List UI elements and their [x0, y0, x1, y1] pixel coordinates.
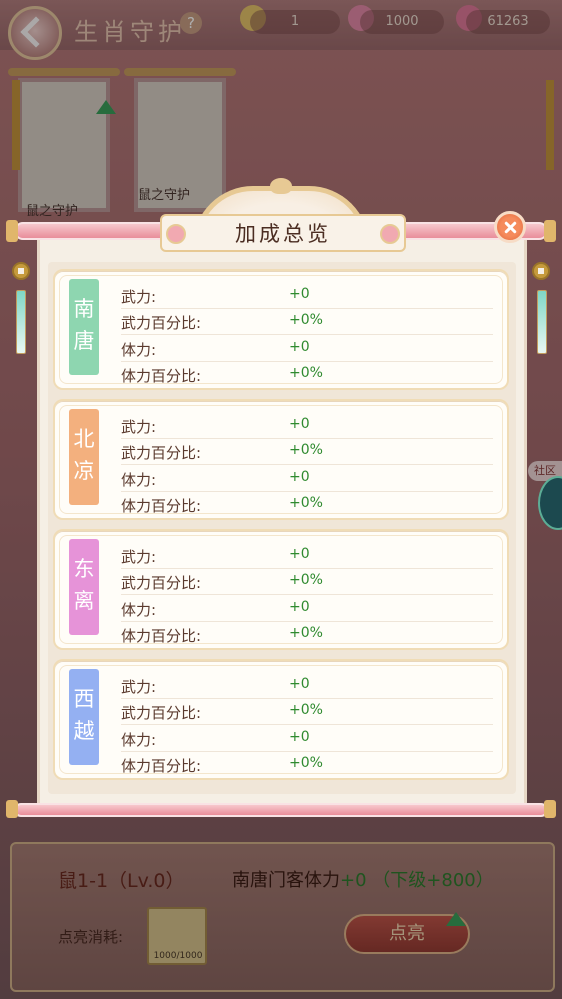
stat-row: 体力: +0: [121, 596, 493, 622]
stat-value: +0%: [289, 572, 323, 588]
stat-label: 体力百分比:: [121, 497, 202, 515]
faction-card-dongli: 东离 武力: +0 武力百分比: +0% 体力: +0 体力百分比: +0%: [53, 529, 509, 650]
stat-row: 武力百分比: +0%: [121, 699, 493, 725]
faction-card-xiyue: 西越 武力: +0 武力百分比: +0% 体力: +0 体力百分比: +0%: [53, 659, 509, 780]
rod-knob: [544, 220, 556, 242]
faction-card-nantang: 南唐 武力: +0 武力百分比: +0% 体力: +0 体力百分比: +0%: [53, 269, 509, 390]
right-hanging-ornament: [537, 290, 547, 354]
stat-label: 体力百分比:: [121, 367, 202, 385]
stat-value: +0: [289, 599, 310, 615]
stat-value: +0%: [289, 442, 323, 458]
scroll-rod-bottom: [14, 803, 548, 817]
coin-icon: [12, 262, 30, 280]
stat-row: 武力百分比: +0%: [121, 569, 493, 595]
stat-row: 武力: +0: [121, 673, 493, 699]
stat-value: +0: [289, 286, 310, 302]
rod-knob: [544, 800, 556, 818]
modal-title: 加成总览: [235, 222, 331, 246]
stat-label: 武力:: [121, 548, 157, 566]
stat-value: +0: [289, 546, 310, 562]
stat-label: 体力:: [121, 601, 157, 619]
stat-row: 武力百分比: +0%: [121, 439, 493, 465]
faction-card-beiliang: 北凉 武力: +0 武力百分比: +0% 体力: +0 体力百分比: +0%: [53, 399, 509, 520]
stat-label: 体力:: [121, 731, 157, 749]
stat-label: 武力:: [121, 288, 157, 306]
faction-name: 南唐: [73, 297, 95, 353]
stat-label: 体力百分比:: [121, 627, 202, 645]
faction-name: 北凉: [73, 427, 95, 483]
stat-value: +0%: [289, 755, 323, 771]
faction-name: 西越: [73, 687, 95, 743]
stat-label: 武力百分比:: [121, 574, 202, 592]
stat-row: 体力百分比: +0%: [121, 492, 493, 518]
stat-label: 体力:: [121, 341, 157, 359]
stat-row: 体力百分比: +0%: [121, 362, 493, 388]
stat-label: 体力:: [121, 471, 157, 489]
stat-value: +0%: [289, 625, 323, 641]
faction-banner: 西越: [69, 669, 99, 765]
left-hanging-ornament: [16, 290, 26, 354]
stat-value: +0: [289, 416, 310, 432]
stat-row: 体力: +0: [121, 726, 493, 752]
faction-banner: 东离: [69, 539, 99, 635]
stat-value: +0%: [289, 365, 323, 381]
stat-value: +0: [289, 729, 310, 745]
stat-value: +0: [289, 469, 310, 485]
stat-label: 武力百分比:: [121, 314, 202, 332]
stat-row: 武力: +0: [121, 543, 493, 569]
stat-value: +0%: [289, 495, 323, 511]
stat-label: 武力百分比:: [121, 444, 202, 462]
stat-row: 体力百分比: +0%: [121, 752, 493, 778]
close-icon[interactable]: [494, 211, 526, 243]
stat-value: +0%: [289, 312, 323, 328]
stat-row: 武力: +0: [121, 283, 493, 309]
stat-value: +0: [289, 339, 310, 355]
stat-label: 武力百分比:: [121, 704, 202, 722]
stat-row: 体力: +0: [121, 466, 493, 492]
faction-banner: 北凉: [69, 409, 99, 505]
stat-label: 体力百分比:: [121, 757, 202, 775]
stat-value: +0: [289, 676, 310, 692]
stat-row: 武力百分比: +0%: [121, 309, 493, 335]
stat-value: +0%: [289, 702, 323, 718]
coin-icon: [532, 262, 550, 280]
stat-label: 武力:: [121, 418, 157, 436]
rod-knob: [6, 800, 18, 818]
lotus-ornament-icon: [270, 178, 292, 194]
faction-banner: 南唐: [69, 279, 99, 375]
rod-knob: [6, 220, 18, 242]
stat-row: 体力百分比: +0%: [121, 622, 493, 648]
faction-name: 东离: [73, 557, 95, 613]
stat-row: 武力: +0: [121, 413, 493, 439]
stat-label: 武力:: [121, 678, 157, 696]
stat-row: 体力: +0: [121, 336, 493, 362]
